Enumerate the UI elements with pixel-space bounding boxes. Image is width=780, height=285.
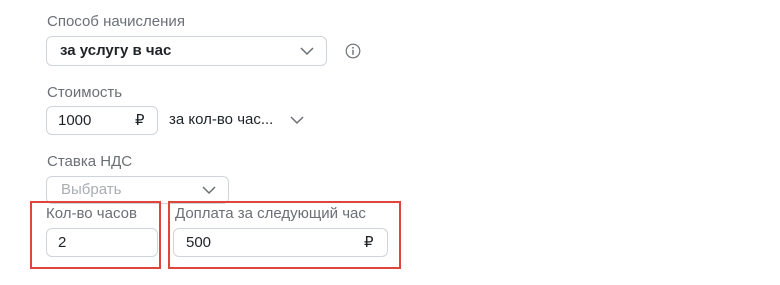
cost-input[interactable]: 1000 ₽ — [46, 106, 158, 135]
accrual-method-select[interactable]: за услугу в час — [46, 36, 327, 66]
extra-label: Доплата за следующий час — [175, 205, 366, 222]
hours-input[interactable]: 2 — [46, 228, 158, 257]
chevron-down-icon — [202, 186, 216, 195]
extra-currency: ₽ — [364, 234, 374, 251]
cost-currency: ₽ — [135, 112, 145, 129]
accrual-method-label: Способ начисления — [47, 13, 185, 30]
cost-label: Стоимость — [47, 84, 123, 101]
accrual-method-value: за услугу в час — [60, 42, 172, 59]
hours-value: 2 — [58, 234, 67, 251]
cost-value: 1000 — [58, 112, 92, 129]
extra-value: 500 — [186, 234, 212, 251]
hours-label: Кол-во часов — [46, 205, 137, 222]
cost-unit-select[interactable]: за кол-во час... — [166, 106, 316, 135]
vat-placeholder: Выбрать — [61, 181, 122, 198]
info-icon[interactable] — [345, 43, 361, 59]
chevron-down-icon — [300, 47, 314, 56]
vat-label: Ставка НДС — [47, 153, 133, 170]
chevron-down-icon — [290, 116, 304, 125]
cost-unit-value: за кол-во час... — [169, 111, 274, 128]
extra-input[interactable]: 500 ₽ — [173, 228, 388, 257]
vat-select[interactable]: Выбрать — [46, 176, 229, 204]
